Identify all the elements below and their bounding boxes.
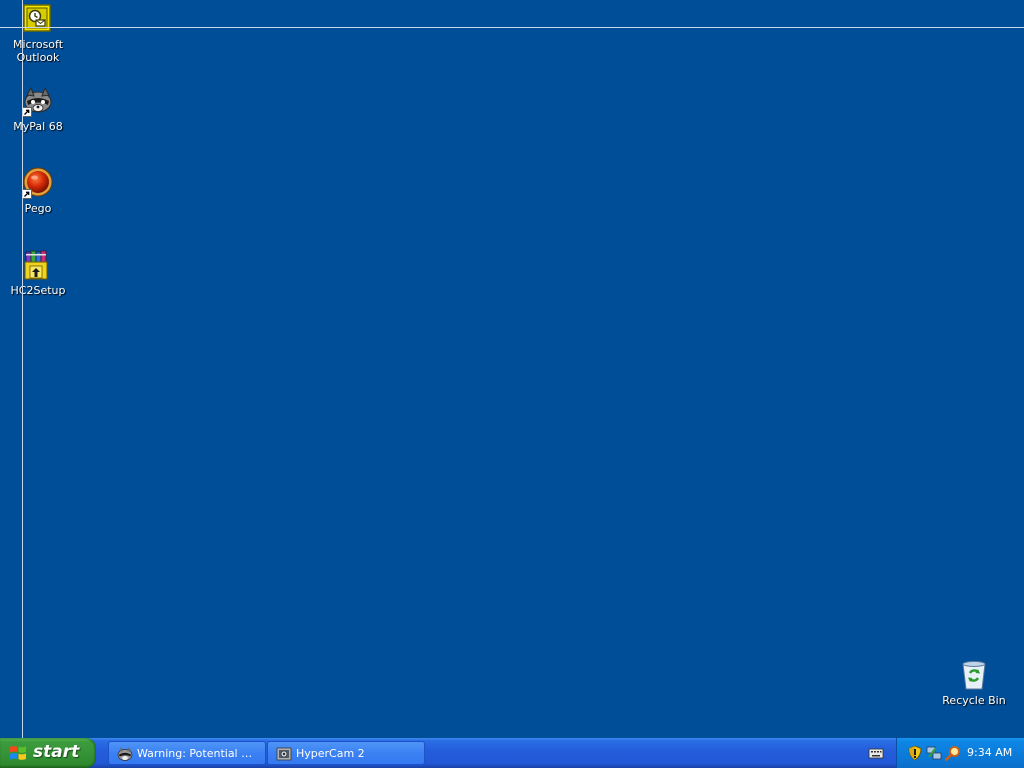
start-button[interactable]: start — [0, 738, 96, 768]
mypal-raccoon-icon — [22, 85, 54, 117]
pego-red-ball-icon — [22, 167, 54, 199]
taskbar-button-label: HyperCam 2 — [296, 747, 365, 760]
taskbar: start Warning: Potential Se… HyperCam 2 — [0, 738, 1024, 768]
desktop-icon-label: Microsoft Outlook — [12, 38, 64, 64]
desktop-icon-microsoft-outlook[interactable]: Microsoft Outlook — [0, 3, 76, 64]
search-magnifier-icon[interactable] — [945, 745, 961, 761]
winrar-installer-icon — [22, 249, 54, 281]
start-label: start — [33, 742, 80, 762]
desktop-icon-label: MyPal 68 — [13, 120, 63, 133]
taskbar-button-warning[interactable]: Warning: Potential Se… — [108, 741, 266, 765]
mypal-raccoon-icon — [117, 747, 133, 761]
desktop-icon-label: Pego — [24, 202, 52, 215]
shortcut-arrow-icon — [22, 189, 32, 199]
desktop-icon-hc2setup[interactable]: HC2Setup — [0, 249, 76, 297]
hypercam-icon — [276, 747, 292, 761]
clock[interactable]: 9:34 AM — [967, 746, 1012, 759]
system-tray: 9:34 AM — [896, 738, 1024, 768]
desktop-icon-pego[interactable]: Pego — [0, 167, 76, 215]
desktop[interactable]: Microsoft Outlook MyPal 68 Pego HC2Setup… — [0, 0, 1024, 738]
desktop-icon-label: HC2Setup — [10, 284, 66, 297]
shortcut-arrow-icon — [22, 107, 32, 117]
desktop-icon-mypal-68[interactable]: MyPal 68 — [0, 85, 76, 133]
taskbar-button-hypercam[interactable]: HyperCam 2 — [267, 741, 425, 765]
desktop-icon-recycle-bin[interactable]: Recycle Bin — [936, 659, 1012, 707]
network-icon[interactable] — [926, 745, 942, 761]
security-shield-icon[interactable] — [907, 745, 923, 761]
outlook-icon — [22, 3, 54, 35]
desktop-icon-label: Recycle Bin — [942, 694, 1006, 707]
keyboard-icon[interactable] — [868, 745, 884, 761]
crosshair-horizontal-line — [0, 27, 1024, 28]
recycle-bin-icon — [958, 659, 990, 691]
taskbar-button-label: Warning: Potential Se… — [137, 747, 259, 760]
windows-flag-icon — [10, 746, 26, 760]
crosshair-vertical-line — [22, 0, 23, 738]
